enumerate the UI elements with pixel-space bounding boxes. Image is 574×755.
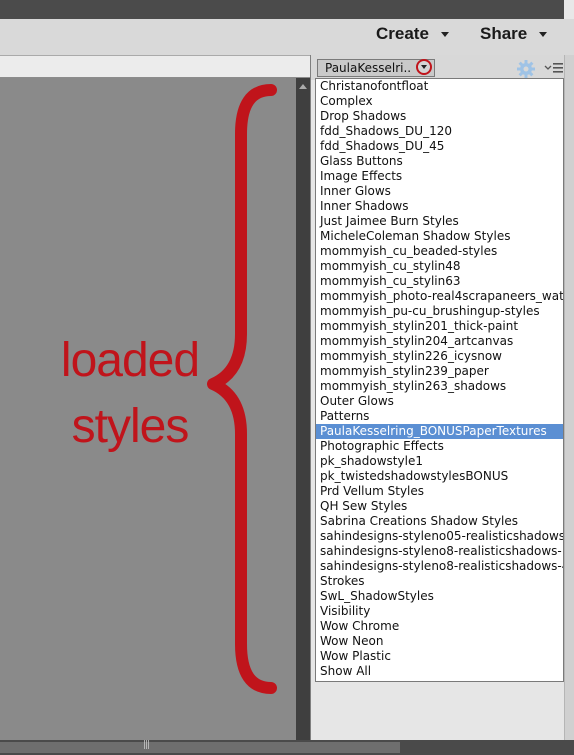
dropdown-item[interactable]: Visibility	[316, 604, 563, 619]
dropdown-item[interactable]: Wow Neon	[316, 634, 563, 649]
create-button[interactable]: Create	[376, 24, 449, 44]
dropdown-item[interactable]: mommyish_stylin204_artcanvas	[316, 334, 563, 349]
dropdown-item[interactable]: Glass Buttons	[316, 154, 563, 169]
dropdown-item[interactable]: Photographic Effects	[316, 439, 563, 454]
gear-icon[interactable]	[516, 59, 536, 79]
dropdown-item[interactable]: fdd_Shadows_DU_45	[316, 139, 563, 154]
dropdown-item[interactable]: Wow Plastic	[316, 649, 563, 664]
dropdown-item[interactable]: Drop Shadows	[316, 109, 563, 124]
dropdown-item[interactable]: Sabrina Creations Shadow Styles	[316, 514, 563, 529]
loaded-styles-annotation: loaded styles	[40, 328, 220, 460]
dropdown-item[interactable]: mommyish_photo-real4scrapaneers_watercol	[316, 289, 563, 304]
dropdown-item[interactable]: QH Sew Styles	[316, 499, 563, 514]
dropdown-item[interactable]: fdd_Shadows_DU_120	[316, 124, 563, 139]
dropdown-item[interactable]: Inner Glows	[316, 184, 563, 199]
dropdown-item[interactable]: SwL_ShadowStyles	[316, 589, 563, 604]
style-library-value: PaulaKesselri..	[325, 61, 412, 75]
share-label: Share	[480, 24, 528, 43]
dropdown-item[interactable]: Inner Shadows	[316, 199, 563, 214]
dropdown-item[interactable]: Christanofontfloat	[316, 79, 563, 94]
share-button[interactable]: Share	[480, 24, 548, 44]
styles-panel-header: PaulaKesselri..	[311, 55, 574, 80]
dropdown-item[interactable]: Image Effects	[316, 169, 563, 184]
dropdown-item[interactable]: mommyish_cu_stylin63	[316, 274, 563, 289]
library-dropdown-button[interactable]	[416, 59, 432, 75]
dropdown-item[interactable]: mommyish_cu_beaded-styles	[316, 244, 563, 259]
dropdown-item[interactable]: Just Jaimee Burn Styles	[316, 214, 563, 229]
dropdown-item[interactable]: Complex	[316, 94, 563, 109]
dropdown-item[interactable]: mommyish_cu_stylin48	[316, 259, 563, 274]
dropdown-item[interactable]: Outer Glows	[316, 394, 563, 409]
dropdown-item[interactable]: sahindesigns-styleno8-realisticshadows-4…	[316, 559, 563, 574]
dropdown-item[interactable]: Strokes	[316, 574, 563, 589]
dropdown-item[interactable]: pk_twistedshadowstylesBONUS	[316, 469, 563, 484]
chevron-down-icon	[539, 32, 548, 38]
panel-menu-icon[interactable]	[544, 61, 564, 75]
dropdown-item[interactable]: Wow Chrome	[316, 619, 563, 634]
grip-icon: |||	[143, 740, 150, 750]
horizontal-scroll-thumb[interactable]	[0, 742, 400, 753]
window-top-strip	[0, 0, 574, 19]
dropdown-item[interactable]: Patterns	[316, 409, 563, 424]
style-library-dropdown-list: Christanofontfloat Complex Drop Shadows fdd…	[315, 78, 564, 682]
options-toolbar	[0, 55, 310, 78]
dropdown-item[interactable]: mommyish_pu-cu_brushingup-styles	[316, 304, 563, 319]
app-header: Create Share	[0, 19, 574, 55]
dropdown-item[interactable]: mommyish_stylin239_paper	[316, 364, 563, 379]
dropdown-item[interactable]: mommyish_stylin263_shadows	[316, 379, 563, 394]
annotation-line-2: styles	[71, 400, 190, 453]
dropdown-item[interactable]: sahindesigns-styleno8-realisticshadows-1…	[316, 544, 563, 559]
panel-edge-scrollbar[interactable]	[564, 55, 574, 740]
chevron-down-icon	[440, 32, 449, 38]
dropdown-item[interactable]: sahindesigns-styleno05-realisticshadows	[316, 529, 563, 544]
scroll-up-arrow-icon[interactable]	[299, 84, 307, 89]
horizontal-scrollbar[interactable]: |||	[0, 740, 574, 755]
dropdown-item[interactable]: mommyish_stylin201_thick-paint	[316, 319, 563, 334]
dropdown-item[interactable]: MicheleColeman Shadow Styles	[316, 229, 563, 244]
annotation-line-1: loaded	[60, 334, 200, 387]
dropdown-item[interactable]: pk_shadowstyle1	[316, 454, 563, 469]
dropdown-item[interactable]: Prd Vellum Styles	[316, 484, 563, 499]
create-label: Create	[376, 24, 429, 43]
dropdown-item[interactable]: Show All	[316, 664, 563, 679]
dropdown-item[interactable]: PaulaKesselring_BONUSPaperTextures	[316, 424, 563, 439]
canvas-vertical-scrollbar[interactable]	[296, 78, 310, 740]
dropdown-item[interactable]: mommyish_stylin226_icysnow	[316, 349, 563, 364]
top-strip-edge	[564, 0, 574, 19]
